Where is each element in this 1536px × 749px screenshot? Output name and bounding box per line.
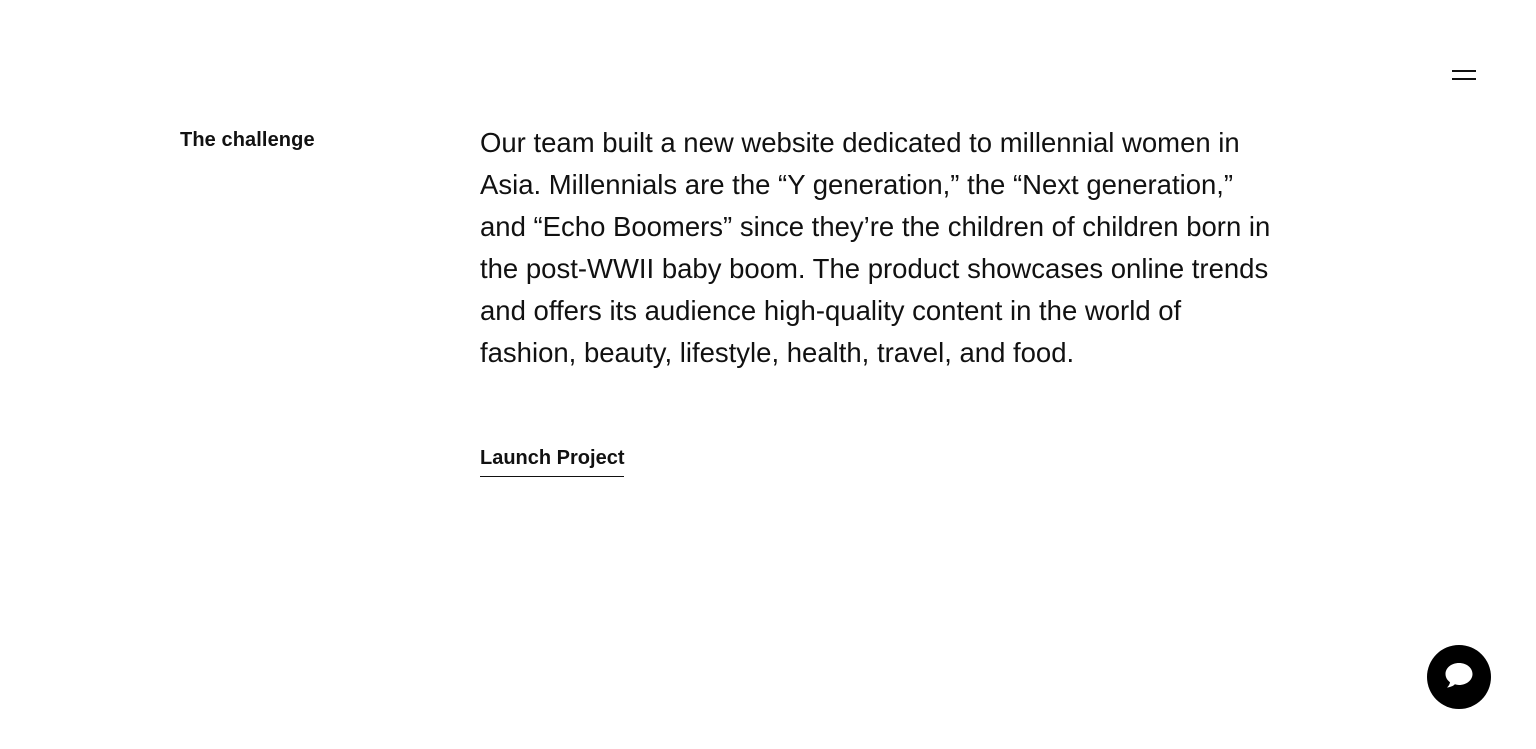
launch-project-link[interactable]: Launch Project (480, 447, 625, 477)
section-label: The challenge (180, 129, 315, 151)
menu-button[interactable] (1446, 64, 1482, 88)
page: The challenge Our team built a new websi… (0, 0, 1536, 749)
challenge-content: Our team built a new website dedicated t… (480, 122, 1280, 477)
chat-button[interactable] (1427, 645, 1491, 709)
challenge-description: Our team built a new website dedicated t… (480, 127, 1271, 368)
menu-line-top (1452, 70, 1476, 72)
chat-bubble-icon (1444, 661, 1474, 694)
menu-line-bottom (1452, 78, 1476, 80)
